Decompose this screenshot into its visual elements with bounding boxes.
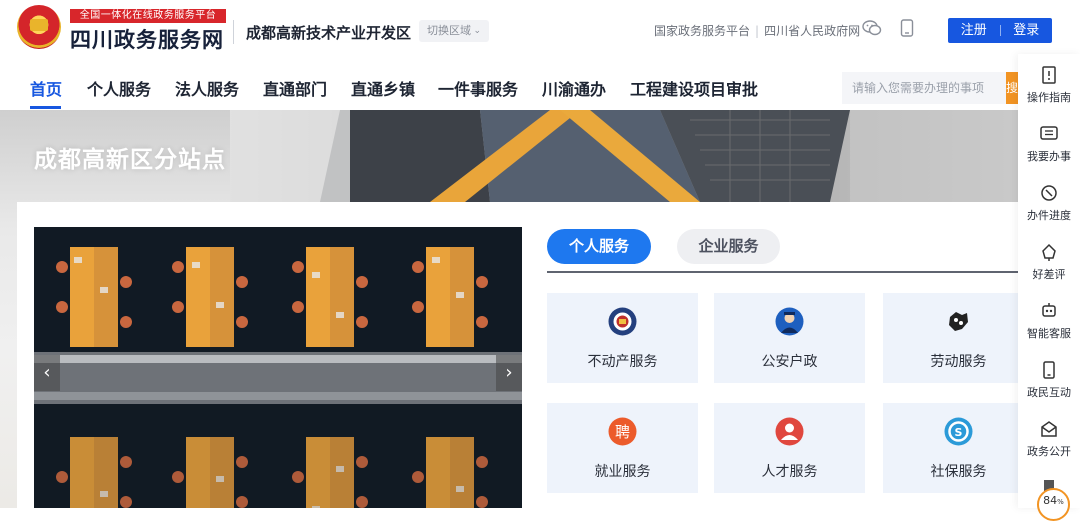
- real-estate-icon: [608, 307, 637, 336]
- tab-enterprise-service[interactable]: 企业服务: [677, 229, 780, 264]
- rail-item-smart-service[interactable]: 智能客服: [1018, 294, 1080, 352]
- chevron-down-icon: ⌄: [473, 26, 481, 36]
- social-security-icon: S: [944, 417, 973, 446]
- rail-label: 好差评: [1032, 268, 1066, 281]
- service-tile-label: 人才服务: [761, 464, 818, 480]
- main-card: ‹ › 个人服务 企业服务 不动产服务 公安户政 劳动服务 聘 就业服务 人才服…: [17, 202, 1034, 508]
- platform-slogan: 全国一体化在线政务服务平台: [70, 9, 226, 23]
- national-emblem-logo[interactable]: [17, 5, 61, 49]
- guide-icon: [1042, 66, 1056, 84]
- rail-item-gov-affairs[interactable]: 政务公开: [1018, 412, 1080, 470]
- service-tile-label: 就业服务: [594, 464, 651, 480]
- rail-item-progress[interactable]: 办件进度: [1018, 176, 1080, 234]
- carousel-next-button[interactable]: ›: [496, 355, 522, 391]
- wechat-icon[interactable]: [862, 19, 882, 37]
- badge-unit: %: [1057, 498, 1064, 506]
- service-tile-label: 社保服务: [930, 464, 987, 480]
- nav-legal-person-services[interactable]: 法人服务: [175, 76, 239, 100]
- national-platform-link[interactable]: 国家政务服务平台: [654, 24, 750, 38]
- rail-item-rating[interactable]: 好差评: [1018, 235, 1080, 293]
- search-progress-icon: [1041, 185, 1057, 201]
- carousel-office-photo: [34, 227, 522, 508]
- service-tabs: 个人服务 企业服务: [547, 229, 1018, 273]
- page-load-badge: 84%: [1037, 488, 1070, 521]
- register-button[interactable]: 注册: [948, 18, 1000, 43]
- robot-icon: [1042, 303, 1056, 317]
- rail-label: 操作指南: [1027, 91, 1071, 104]
- right-sidebar: 操作指南 我要办事 办件进度 好差评 智能客服 政民互动 政务公开: [1018, 54, 1080, 508]
- nav-home[interactable]: 首页: [30, 76, 62, 100]
- badge-value: 84: [1043, 494, 1058, 507]
- service-tile-label: 劳动服务: [930, 354, 987, 370]
- provincial-gov-link[interactable]: 四川省人民政府网: [764, 24, 860, 38]
- rail-label: 政务公开: [1027, 445, 1071, 458]
- rail-label: 智能客服: [1027, 327, 1071, 340]
- service-tile-label: 公安户政: [761, 354, 818, 370]
- main-nav: 首页 个人服务 法人服务 直通部门 直通乡镇 一件事服务 川渝通办 工程建设项目…: [0, 62, 1080, 110]
- login-button[interactable]: 登录: [1001, 18, 1053, 43]
- site-title[interactable]: 四川政务服务网: [70, 24, 224, 54]
- rail-label: 我要办事: [1027, 150, 1071, 163]
- nav-personal-services[interactable]: 个人服务: [87, 76, 151, 100]
- mobile-icon: [1043, 361, 1055, 379]
- service-tile-real-estate[interactable]: 不动产服务: [547, 293, 698, 383]
- search-input[interactable]: 请输入您需要办理的事项: [842, 72, 1006, 104]
- top-links: 国家政务服务平台 | 四川省人民政府网: [654, 24, 861, 38]
- talent-icon: [775, 417, 804, 446]
- banner-building-photo: [230, 110, 1018, 202]
- search-button-label: 搜索: [1006, 81, 1019, 95]
- region-switch-label: 切换区域: [427, 24, 471, 37]
- image-carousel[interactable]: ‹ ›: [34, 227, 522, 508]
- svg-text:聘: 聘: [615, 423, 630, 441]
- rail-item-handle-affairs[interactable]: 我要办事: [1018, 117, 1080, 175]
- tab-personal-service[interactable]: 个人服务: [547, 229, 651, 264]
- svg-text:S: S: [955, 426, 963, 439]
- nav-sichuan-chongqing[interactable]: 川渝通办: [542, 76, 606, 100]
- message-icon: [1040, 126, 1058, 140]
- rating-icon: [1042, 243, 1056, 261]
- labor-icon: [949, 312, 968, 331]
- service-tile-label: 不动产服务: [587, 354, 658, 370]
- service-tile-employment[interactable]: 聘 就业服务: [547, 403, 698, 493]
- nav-construction-approval[interactable]: 工程建设项目审批: [630, 76, 758, 100]
- rail-item-guide[interactable]: 操作指南: [1018, 58, 1080, 116]
- auth-buttons: 注册 登录: [948, 18, 1052, 43]
- rail-item-interaction[interactable]: 政民互动: [1018, 353, 1080, 411]
- header: 全国一体化在线政务服务平台 四川政务服务网 成都高新技术产业开发区 切换区域 ⌄…: [0, 0, 1080, 62]
- nav-departments[interactable]: 直通部门: [263, 76, 327, 100]
- mail-icon: [1041, 421, 1057, 437]
- region-name: 成都高新技术产业开发区: [246, 24, 412, 42]
- service-tile-social-security[interactable]: S 社保服务: [883, 403, 1034, 493]
- mobile-phone-icon[interactable]: [900, 19, 914, 37]
- police-icon: [775, 307, 804, 336]
- rail-label: 政民互动: [1027, 386, 1071, 399]
- employment-icon: 聘: [608, 417, 637, 446]
- nav-one-thing-service[interactable]: 一件事服务: [438, 76, 518, 100]
- nav-townships[interactable]: 直通乡镇: [351, 76, 415, 100]
- region-switch-dropdown[interactable]: 切换区域 ⌄: [419, 20, 489, 42]
- rail-label: 办件进度: [1027, 209, 1071, 222]
- service-tile-police[interactable]: 公安户政: [714, 293, 865, 383]
- banner-title: 成都高新区分站点: [34, 147, 226, 173]
- title-divider: [233, 20, 234, 44]
- service-tile-labor[interactable]: 劳动服务: [883, 293, 1034, 383]
- service-tile-talent[interactable]: 人才服务: [714, 403, 865, 493]
- carousel-prev-button[interactable]: ‹: [34, 355, 60, 391]
- nav-active-indicator: [30, 106, 61, 109]
